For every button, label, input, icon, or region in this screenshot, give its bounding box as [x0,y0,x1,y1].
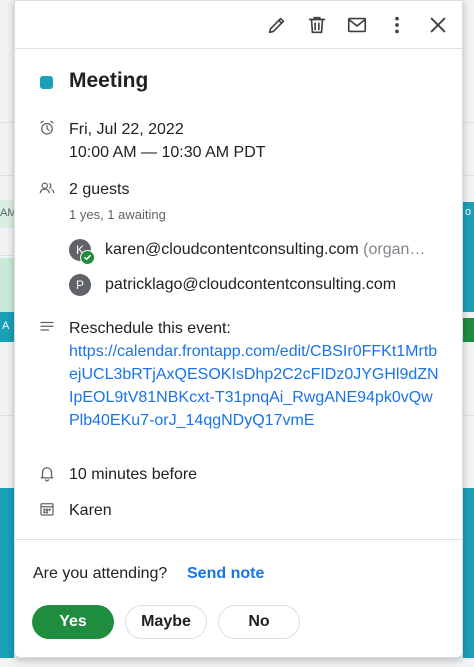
guest-role: (organ… [363,241,426,258]
description-heading: Reschedule this event: [69,320,231,337]
event-title: Meeting [69,69,149,92]
guest-count: 2 guests [69,181,130,198]
envelope-icon [347,17,367,33]
bg-label-a: A [2,320,10,332]
bg-event-teal-left2 [0,488,14,658]
trash-icon [308,16,326,34]
accepted-check-icon [80,250,95,265]
event-reminder: 10 minutes before [69,466,198,483]
event-date: Fri, Jul 22, 2022 [69,121,184,138]
avatar: K [69,239,95,265]
avatar: P [69,274,91,296]
description-icon [37,317,57,337]
rsvp-divider [15,539,462,540]
attending-question: Are you attending? [33,565,168,582]
event-description: Reschedule this event: https://calendar.… [69,317,442,432]
guests-summary: 2 guests 1 yes, 1 awaiting [69,178,442,226]
bell-icon [37,463,57,483]
guest-email-address: karen@cloudcontentconsulting.com [105,241,359,258]
rsvp-no-button[interactable]: No [218,605,300,639]
guest-row[interactable]: K karen@cloudcontentconsulting.com (orga… [69,237,442,265]
bg-event-teal-right2 [463,488,474,658]
reschedule-link[interactable]: https://calendar.frontapp.com/edit/CBSIr… [69,340,442,432]
bg-event-green-left2 [0,258,14,316]
guest-email: karen@cloudcontentconsulting.com (organ… [105,241,425,259]
bg-event-teal-right [463,202,474,312]
bg-label-o: o [465,206,472,218]
guest-email: patricklago@cloudcontentconsulting.com [105,276,396,294]
rsvp-yes-button[interactable]: Yes [32,605,114,639]
event-color-swatch [40,76,53,89]
avatar-initial: P [75,278,84,292]
popup-toolbar [15,1,462,49]
email-guests-button[interactable] [343,11,371,39]
more-vertical-icon [395,16,399,34]
calendar-icon [37,499,57,519]
event-detail-popup: Meeting Fri, Jul 22, 2022 10:00 AM — 10:… [14,0,463,658]
guest-response-summary: 1 yes, 1 awaiting [69,207,166,222]
calendar-owner: Karen [69,502,112,519]
more-options-button[interactable] [383,11,411,39]
rsvp-maybe-button[interactable]: Maybe [125,605,207,639]
close-button[interactable] [424,11,452,39]
bg-event-green-right [463,318,474,342]
send-note-link[interactable]: Send note [187,565,264,583]
event-datetime: Fri, Jul 22, 2022 10:00 AM — 10:30 AM PD… [69,118,442,164]
delete-button[interactable] [303,11,331,39]
pencil-icon [268,17,285,34]
toolbar-divider [15,48,462,49]
edit-button[interactable] [263,11,291,39]
event-time: 10:00 AM — 10:30 AM PDT [69,144,266,161]
guest-email-address: patricklago@cloudcontentconsulting.com [105,276,397,293]
people-icon [37,178,57,198]
alarm-clock-icon [37,118,57,138]
guest-row[interactable]: P patricklago@cloudcontentconsulting.com [69,272,442,298]
close-icon [430,17,446,33]
